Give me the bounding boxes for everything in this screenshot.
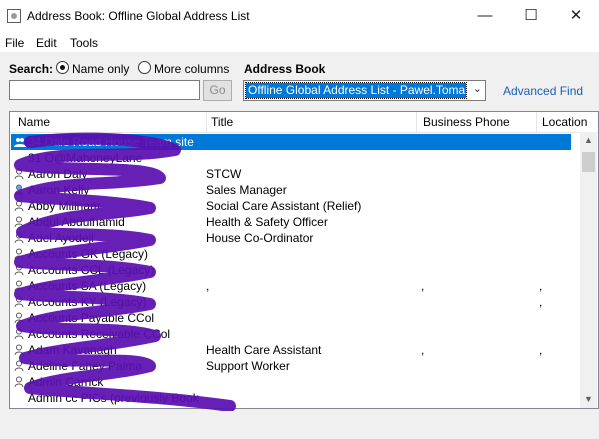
maximize-button[interactable]: ☐	[508, 0, 554, 32]
location-cell: ,	[539, 279, 543, 293]
advanced-find-link[interactable]: Advanced Find	[503, 84, 583, 98]
close-button[interactable]: ✕	[553, 0, 599, 32]
search-input[interactable]	[9, 80, 200, 100]
person-icon	[14, 328, 24, 340]
table-row[interactable]: Accounts GK (Legacy)	[11, 246, 571, 262]
table-row[interactable]: 34 Dale Road House Team site	[11, 134, 571, 150]
title-cell: Health Care Assistant	[206, 343, 322, 357]
name-cell: 31 O@MahoneyLane	[28, 151, 143, 165]
table-row[interactable]: Abdul Abdulhamid Health & Safety Officer	[11, 214, 571, 230]
scroll-up-icon[interactable]: ▲	[580, 132, 597, 149]
person-icon	[14, 360, 24, 372]
column-header-title[interactable]: Title	[211, 115, 233, 129]
name-only-label[interactable]: Name only	[72, 62, 129, 76]
address-book-label: Address Book	[244, 62, 326, 76]
name-cell: Accounts Payable CCol	[28, 311, 155, 325]
title-cell: Support Worker	[206, 359, 290, 373]
table-row[interactable]: Adam Kavanagh Health Care Assistant,,	[11, 342, 571, 358]
column-header-location[interactable]: Location	[542, 115, 587, 129]
name-cell: Adeline Fahey Palma	[28, 359, 143, 373]
name-cell: Admin Carrick	[28, 375, 104, 389]
name-cell: Aaron Kelly	[28, 183, 90, 197]
more-columns-radio[interactable]	[138, 61, 151, 74]
name-cell: Adel Ayodeji	[28, 231, 94, 245]
title-cell: ,	[206, 279, 210, 293]
name-cell: Accounts CCL (Legacy)	[28, 263, 155, 277]
scroll-down-icon[interactable]: ▼	[580, 391, 597, 408]
person-icon	[14, 376, 24, 388]
menu-bar: File Edit Tools	[0, 32, 599, 52]
person-icon	[14, 232, 24, 244]
name-cell: 34 Dale Road House Team site	[28, 135, 194, 149]
column-divider	[536, 112, 537, 132]
name-cell: Accounts KY (Legacy)	[28, 295, 147, 309]
person-icon	[14, 296, 24, 308]
group-icon	[14, 136, 26, 148]
menu-file[interactable]: File	[5, 36, 24, 50]
name-cell: Accounts Receivable CCol	[28, 327, 171, 341]
table-row[interactable]: Adel Ayodeji House Co-Ordinator	[11, 230, 571, 246]
table-row[interactable]: Abby Millham Social Care Assistant (Relie…	[11, 198, 571, 214]
table-row[interactable]: Accounts SA (Legacy),,,	[11, 278, 571, 294]
person-icon	[14, 312, 24, 324]
name-cell: Aaron Daly	[28, 167, 88, 181]
table-row[interactable]: Accounts Receivable CCol	[11, 326, 571, 342]
title-cell: House Co-Ordinator	[206, 231, 314, 245]
location-cell: ,	[539, 295, 543, 309]
person-icon	[14, 344, 24, 356]
table-row[interactable]: Admin cc PICs (previously Book	[11, 390, 571, 406]
person-contact-icon	[14, 184, 24, 196]
name-cell: Abdul Abdulhamid	[28, 215, 125, 229]
table-row[interactable]: Aaron Daly STCW	[11, 166, 571, 182]
minimize-button[interactable]: —	[462, 0, 508, 32]
go-button[interactable]: Go	[203, 80, 232, 101]
person-icon	[14, 168, 24, 180]
table-row[interactable]: Adeline Fahey Palma Support Worker	[11, 358, 571, 374]
menu-edit[interactable]: Edit	[36, 36, 57, 50]
person-icon	[14, 200, 24, 212]
list-header: Name Title Business Phone Location	[10, 112, 598, 133]
title-cell: STCW	[206, 167, 242, 181]
business-phone-cell: ,	[421, 343, 425, 357]
vertical-scrollbar[interactable]: ▲ ▼	[580, 132, 597, 408]
name-cell: Admin cc PICs (previously Book	[28, 391, 199, 405]
address-book-selected-value: Offline Global Address List - Pawel.Toma…	[245, 82, 467, 99]
table-row[interactable]: Accounts Payable CCol	[11, 310, 571, 326]
person-icon	[14, 216, 24, 228]
menu-tools[interactable]: Tools	[70, 36, 98, 50]
person-icon	[14, 280, 24, 292]
table-row[interactable]: 31 O@MahoneyLane	[11, 150, 571, 166]
title-bar: Address Book: Offline Global Address Lis…	[0, 0, 599, 32]
table-row[interactable]: Accounts KY (Legacy),	[11, 294, 571, 310]
table-row[interactable]: Aaron Kelly Sales Manager	[11, 182, 571, 198]
title-cell: Health & Safety Officer	[206, 215, 328, 229]
column-header-business-phone[interactable]: Business Phone	[423, 115, 510, 129]
location-cell: ,	[539, 343, 543, 357]
person-icon	[14, 248, 24, 260]
more-columns-label[interactable]: More columns	[154, 62, 229, 76]
name-cell: Accounts SA (Legacy)	[28, 279, 147, 293]
title-cell: Sales Manager	[206, 183, 287, 197]
name-cell: Abby Millham	[28, 199, 101, 213]
scrollbar-thumb[interactable]	[582, 152, 595, 172]
column-header-name[interactable]: Name	[18, 115, 50, 129]
status-area	[0, 411, 599, 439]
window-title: Address Book: Offline Global Address Lis…	[27, 9, 250, 23]
table-row[interactable]: Admin Carrick	[11, 374, 571, 390]
name-cell: Accounts GK (Legacy)	[28, 247, 149, 261]
address-book-select[interactable]: Offline Global Address List - Pawel.Toma…	[243, 80, 486, 101]
address-book-icon	[7, 9, 21, 23]
search-label: Search:	[9, 62, 54, 76]
address-list[interactable]: Name Title Business Phone Location 34 Da…	[9, 111, 599, 409]
table-row[interactable]: Accounts CCL (Legacy)	[11, 262, 571, 278]
chevron-down-icon[interactable]: ⌄	[473, 82, 482, 95]
column-divider	[416, 112, 417, 132]
name-cell: Adam Kavanagh	[28, 343, 117, 357]
person-icon	[14, 264, 24, 276]
column-divider	[206, 112, 207, 132]
title-cell: Social Care Assistant (Relief)	[206, 199, 362, 213]
name-only-radio[interactable]	[56, 61, 69, 74]
business-phone-cell: ,	[421, 279, 425, 293]
